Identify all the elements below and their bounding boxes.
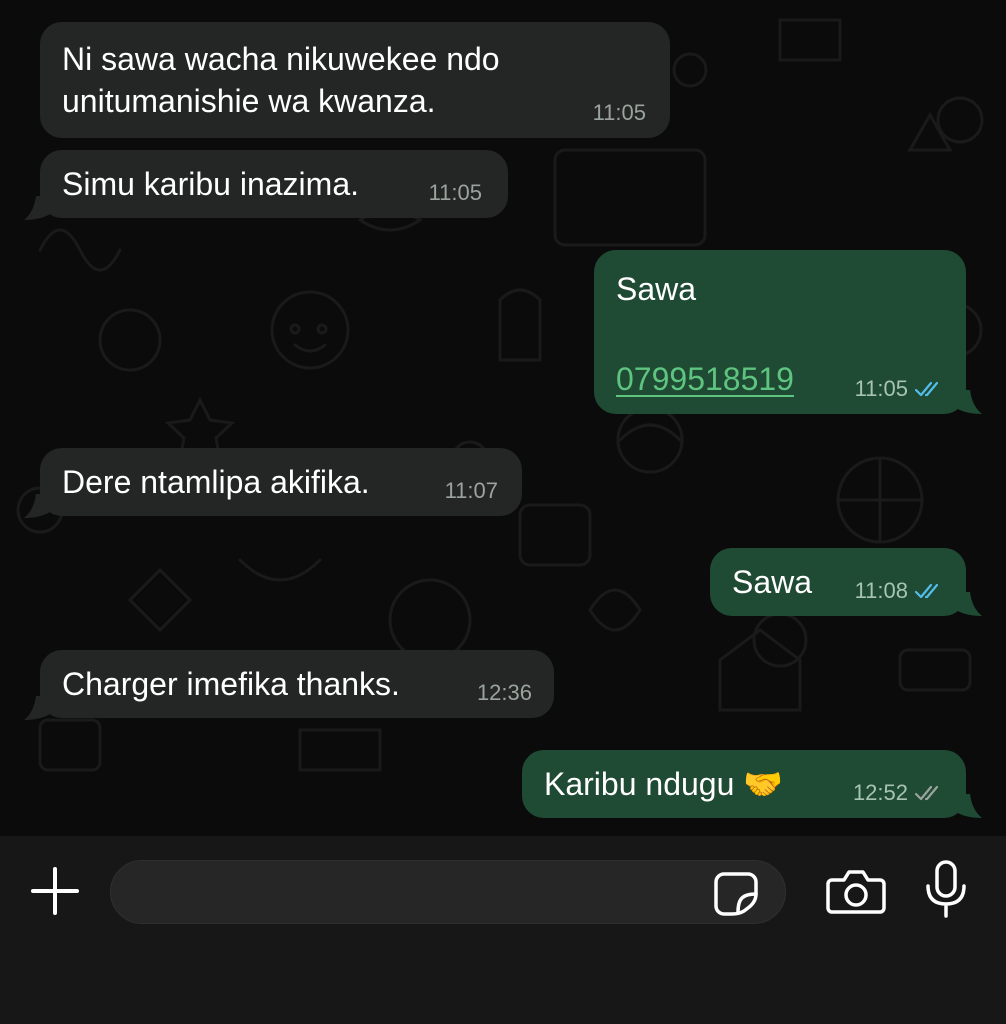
- message-bubble-incoming[interactable]: Charger imefika thanks. 12:36: [40, 650, 554, 718]
- bubble-tail: [24, 696, 50, 720]
- sticker-icon[interactable]: [712, 870, 760, 916]
- message-text: Dere ntamlipa akifika.: [62, 464, 370, 500]
- message-text-line: Ni sawa wacha nikuwekee ndo: [62, 41, 500, 77]
- phone-number-link[interactable]: 0799518519: [616, 358, 794, 400]
- chat-area[interactable]: Ni sawa wacha nikuwekee ndo unitumanishi…: [0, 0, 1006, 836]
- message-text: Karibu ndugu 🤝: [544, 766, 784, 802]
- message-time: 12:36: [476, 680, 532, 705]
- message-time: 12:52: [852, 780, 908, 805]
- message-bubble-incoming[interactable]: Ni sawa wacha nikuwekee ndo unitumanishi…: [40, 22, 670, 138]
- message-time: 11:08: [854, 578, 908, 603]
- bubble-tail: [24, 196, 50, 220]
- bubble-tail: [956, 794, 982, 818]
- double-check-icon: [914, 583, 939, 599]
- message-text: Charger imefika thanks.: [62, 666, 400, 702]
- message-meta: 11:08: [855, 578, 944, 604]
- message-text: Simu karibu inazima.: [62, 166, 359, 202]
- message-time: 11:07: [444, 478, 498, 503]
- message-bubble-outgoing[interactable]: Sawa 0799518519 11:05: [594, 250, 966, 414]
- message-meta: 11:05: [429, 180, 482, 206]
- message-bubble-outgoing[interactable]: Sawa 11:08: [710, 548, 966, 616]
- message-input[interactable]: [110, 860, 786, 924]
- double-check-icon: [914, 785, 939, 801]
- message-bubble-outgoing[interactable]: Karibu ndugu 🤝 12:52: [522, 750, 966, 818]
- bubble-tail: [956, 390, 982, 414]
- message-bubble-incoming[interactable]: Dere ntamlipa akifika. 11:07: [40, 448, 522, 516]
- message-text: Sawa: [732, 564, 813, 600]
- message-time: 11:05: [592, 100, 646, 125]
- plus-icon[interactable]: [30, 866, 80, 916]
- message-text: Ni sawa wacha nikuwekee ndo unitumanishi…: [62, 38, 500, 122]
- message-meta: 12:52: [853, 780, 944, 806]
- message-text: Sawa: [616, 271, 697, 307]
- camera-icon[interactable]: [826, 866, 886, 916]
- message-meta: 11:05: [855, 376, 944, 402]
- bubble-tail: [24, 494, 50, 518]
- message-text-line: unitumanishie wa kwanza.: [62, 83, 436, 119]
- message-time: 11:05: [428, 180, 482, 205]
- message-meta: 11:07: [445, 478, 498, 504]
- microphone-icon[interactable]: [922, 860, 970, 920]
- message-time: 11:05: [854, 376, 908, 401]
- bubble-tail: [956, 592, 982, 616]
- message-meta: 11:05: [593, 100, 646, 126]
- double-check-icon: [914, 381, 939, 397]
- message-bubble-incoming[interactable]: Simu karibu inazima. 11:05: [40, 150, 508, 218]
- message-meta: 12:36: [477, 680, 532, 706]
